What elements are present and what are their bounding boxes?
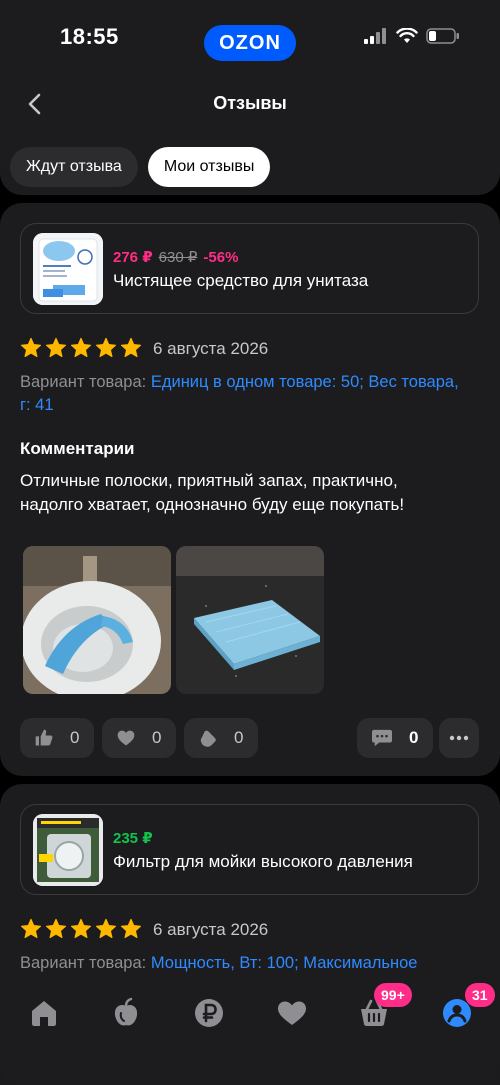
status-icons <box>364 28 460 44</box>
star-icon <box>45 337 67 358</box>
home-icon[interactable] <box>28 997 60 1029</box>
more-options-button[interactable] <box>439 718 479 758</box>
favorites-heart-icon[interactable] <box>276 997 308 1029</box>
cellular-signal-icon <box>364 28 386 44</box>
product-image <box>33 233 103 305</box>
review-date: 6 августа 2026 <box>153 339 269 358</box>
clap-icon <box>200 730 216 747</box>
tab-awaiting-review[interactable]: Ждут отзыва <box>10 147 138 187</box>
page-title: Отзывы <box>213 93 287 113</box>
product-discount: -56% <box>203 249 239 266</box>
battery-icon <box>426 28 459 44</box>
fresh-food-icon[interactable] <box>110 997 142 1029</box>
star-rating <box>20 918 142 940</box>
more-dots-icon <box>449 735 469 741</box>
review-photo[interactable] <box>23 546 171 694</box>
product-name: Фильтр для мойки высокого давления <box>113 852 413 871</box>
comments-button[interactable]: 0 <box>357 718 433 758</box>
product-name: Чистящее средство для унитаза <box>113 271 369 290</box>
star-icon <box>45 918 67 939</box>
status-bar: 18:55 OZON <box>0 0 500 80</box>
profile-badge: 31 <box>465 983 495 1007</box>
favorite-count: 0 <box>152 728 162 747</box>
star-icon <box>70 337 92 358</box>
wifi-icon <box>396 28 418 43</box>
product-old-price: 630 ₽ <box>158 249 198 266</box>
heart-icon <box>117 730 135 746</box>
bottom-tab-bar: 99+ 31 <box>0 983 500 1085</box>
star-icon <box>20 337 42 358</box>
product-image <box>33 814 103 886</box>
star-icon <box>20 918 42 939</box>
star-icon <box>70 918 92 939</box>
product-link[interactable]: 276 ₽ 630 ₽ -56% Чистящее средство для у… <box>20 223 479 314</box>
product-price: 235 ₽ <box>113 830 153 847</box>
clap-count: 0 <box>234 728 244 747</box>
like-count: 0 <box>70 728 80 747</box>
ozon-logo: OZON <box>204 25 296 61</box>
review-photo[interactable] <box>176 546 324 694</box>
comment-count: 0 <box>409 728 419 747</box>
status-time: 18:55 <box>60 24 119 49</box>
star-icon <box>95 918 117 939</box>
favorite-button[interactable]: 0 <box>102 718 176 758</box>
star-icon <box>120 337 142 358</box>
review-date: 6 августа 2026 <box>153 920 269 939</box>
star-icon <box>95 337 117 358</box>
product-price: 276 ₽ <box>113 249 153 266</box>
review-tabs: Ждут отзыва Мои отзывы <box>10 147 271 187</box>
comment-bubble-icon <box>372 729 392 747</box>
variant-label: Вариант товара: <box>20 954 147 972</box>
variant-label: Вариант товара: <box>20 373 147 391</box>
like-button[interactable]: 0 <box>20 718 94 758</box>
cart-badge: 99+ <box>374 983 412 1007</box>
clap-button[interactable]: 0 <box>184 718 258 758</box>
thumbs-up-icon <box>35 729 53 746</box>
review-card: 276 ₽ 630 ₽ -56% Чистящее средство для у… <box>0 203 500 776</box>
product-variant: Вариант товара: Мощность, Вт: 100; Макси… <box>20 952 460 975</box>
tab-my-reviews[interactable]: Мои отзывы <box>147 147 271 187</box>
comment-heading: Комментарии <box>20 439 135 458</box>
star-icon <box>120 918 142 939</box>
product-link[interactable]: 235 ₽ Фильтр для мойки высокого давления <box>20 804 479 895</box>
variant-value: Мощность, Вт: 100; Максимальное <box>150 954 418 972</box>
ruble-finance-icon[interactable] <box>193 997 225 1029</box>
page-header: Отзывы Ждут отзыва Мои отзывы <box>0 80 500 195</box>
review-comment: Отличные полоски, приятный запах, практи… <box>20 471 405 514</box>
star-rating <box>20 337 142 359</box>
product-variant: Вариант товара: Единиц в одном товаре: 5… <box>20 371 460 417</box>
